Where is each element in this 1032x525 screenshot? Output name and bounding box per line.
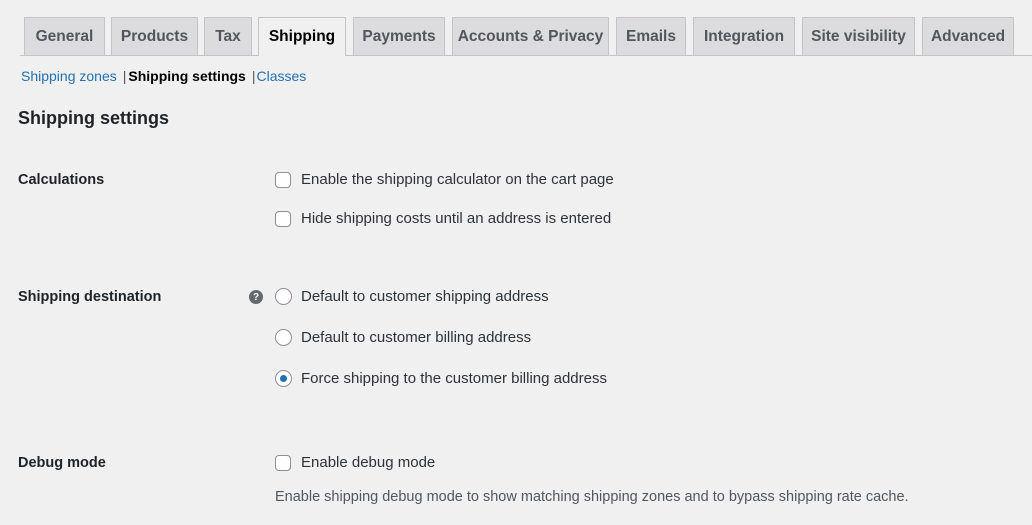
- option-label: Force shipping to the customer billing a…: [301, 370, 607, 387]
- option-label: Hide shipping costs until an address is …: [301, 210, 612, 227]
- option-label: Enable debug mode: [301, 454, 436, 471]
- default-billing-address-option[interactable]: Default to customer billing address: [275, 329, 531, 346]
- settings-tab-bar: General Products Tax Shipping Payments A…: [0, 0, 1032, 56]
- hide-shipping-costs-checkbox[interactable]: [275, 210, 291, 227]
- question-mark-icon[interactable]: ?: [249, 290, 263, 304]
- option-label: Default to customer shipping address: [301, 288, 549, 305]
- debug-mode-description: Enable shipping debug mode to show match…: [275, 489, 909, 505]
- enable-debug-mode-checkbox[interactable]: [275, 454, 291, 471]
- tab-general[interactable]: General: [24, 17, 105, 55]
- tab-advanced[interactable]: Advanced: [922, 17, 1014, 55]
- tab-payments[interactable]: Payments: [353, 17, 445, 55]
- shipping-destination-label: Shipping destination: [18, 289, 162, 305]
- enable-shipping-calculator-option[interactable]: Enable the shipping calculator on the ca…: [275, 171, 614, 188]
- tab-emails[interactable]: Emails: [616, 17, 686, 55]
- tab-shipping[interactable]: Shipping: [258, 17, 346, 56]
- tab-tax[interactable]: Tax: [204, 17, 252, 55]
- enable-debug-mode-option[interactable]: Enable debug mode: [275, 454, 435, 471]
- default-shipping-address-radio[interactable]: [275, 288, 292, 305]
- debug-mode-label: Debug mode: [18, 455, 106, 471]
- subnav-shipping-zones-link[interactable]: Shipping zones: [21, 68, 117, 84]
- tab-integration[interactable]: Integration: [693, 17, 795, 55]
- tab-bar-divider: [20, 55, 1032, 56]
- default-billing-address-radio[interactable]: [275, 329, 292, 346]
- subnav-separator: |: [251, 68, 256, 84]
- option-label: Enable the shipping calculator on the ca…: [301, 171, 614, 188]
- tab-site-visibility[interactable]: Site visibility: [802, 17, 915, 55]
- page-title: Shipping settings: [18, 108, 169, 128]
- option-label: Default to customer billing address: [301, 329, 532, 346]
- tab-products[interactable]: Products: [111, 17, 198, 55]
- subnav-shipping-settings-current: Shipping settings: [128, 68, 246, 84]
- enable-shipping-calculator-checkbox[interactable]: [275, 171, 291, 188]
- subnav-classes-link[interactable]: Classes: [256, 68, 306, 84]
- hide-shipping-costs-option[interactable]: Hide shipping costs until an address is …: [275, 210, 611, 227]
- subnav-separator: |: [122, 68, 127, 84]
- tab-accounts-privacy[interactable]: Accounts & Privacy: [452, 17, 609, 55]
- shipping-subnav: Shipping zones | Shipping settings |Classes: [21, 68, 306, 84]
- default-shipping-address-option[interactable]: Default to customer shipping address: [275, 288, 549, 305]
- calculations-label: Calculations: [18, 172, 105, 188]
- force-billing-address-option[interactable]: Force shipping to the customer billing a…: [275, 370, 607, 387]
- force-billing-address-radio[interactable]: [275, 370, 292, 387]
